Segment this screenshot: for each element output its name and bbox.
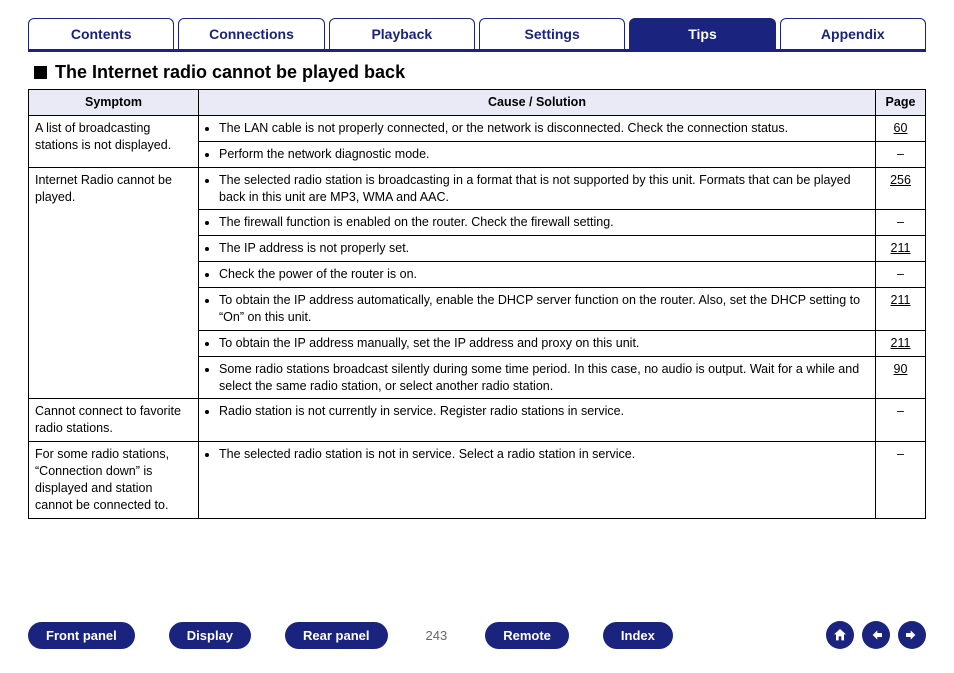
heading-text: The Internet radio cannot be played back <box>55 62 405 83</box>
cause-cell: The LAN cable is not properly connected,… <box>199 115 876 141</box>
cause-cell: Perform the network diagnostic mode. <box>199 141 876 167</box>
tab-settings[interactable]: Settings <box>479 18 625 49</box>
cause-cell: To obtain the IP address manually, set t… <box>199 330 876 356</box>
cause-cell: The firewall function is enabled on the … <box>199 210 876 236</box>
symptom-cell: Cannot connect to favorite radio station… <box>29 399 199 442</box>
arrow-left-icon <box>868 627 884 643</box>
page-link[interactable]: 90 <box>894 362 908 376</box>
section-heading: The Internet radio cannot be played back <box>34 62 926 83</box>
page-cell[interactable]: 90 <box>876 356 926 399</box>
footer-right <box>826 621 926 649</box>
table-row: Cannot connect to favorite radio station… <box>29 399 926 442</box>
page-cell: – <box>876 399 926 442</box>
cause-cell: The selected radio station is broadcasti… <box>199 167 876 210</box>
footer-left: Front panel Display Rear panel 243 Remot… <box>28 622 673 649</box>
tab-tips[interactable]: Tips <box>629 18 775 49</box>
cause-cell: To obtain the IP address automatically, … <box>199 288 876 331</box>
arrow-right-icon <box>904 627 920 643</box>
cause-cell: Some radio stations broadcast silently d… <box>199 356 876 399</box>
next-page-button[interactable] <box>898 621 926 649</box>
table-row: Internet Radio cannot be played.The sele… <box>29 167 926 210</box>
page-cell[interactable]: 211 <box>876 288 926 331</box>
page-cell: – <box>876 442 926 519</box>
tab-playback[interactable]: Playback <box>329 18 475 49</box>
page-cell: – <box>876 210 926 236</box>
square-bullet-icon <box>34 66 47 79</box>
home-icon <box>832 627 848 643</box>
top-nav: ContentsConnectionsPlaybackSettingsTipsA… <box>28 18 926 52</box>
table-row: For some radio stations, “Connection dow… <box>29 442 926 519</box>
symptom-cell: Internet Radio cannot be played. <box>29 167 199 399</box>
page-link[interactable]: 256 <box>890 173 911 187</box>
symptom-cell: For some radio stations, “Connection dow… <box>29 442 199 519</box>
page-link[interactable]: 211 <box>891 336 911 350</box>
cause-cell: Radio station is not currently in servic… <box>199 399 876 442</box>
page-cell: – <box>876 262 926 288</box>
cause-cell: Check the power of the router is on. <box>199 262 876 288</box>
page-cell[interactable]: 256 <box>876 167 926 210</box>
home-button[interactable] <box>826 621 854 649</box>
page-link[interactable]: 211 <box>891 241 911 255</box>
troubleshooting-table: Symptom Cause / Solution Page A list of … <box>28 89 926 519</box>
col-cause: Cause / Solution <box>199 90 876 116</box>
col-page: Page <box>876 90 926 116</box>
tab-connections[interactable]: Connections <box>178 18 324 49</box>
prev-page-button[interactable] <box>862 621 890 649</box>
footer: Front panel Display Rear panel 243 Remot… <box>28 621 926 649</box>
rear-panel-button[interactable]: Rear panel <box>285 622 387 649</box>
cause-cell: The IP address is not properly set. <box>199 236 876 262</box>
col-symptom: Symptom <box>29 90 199 116</box>
index-button[interactable]: Index <box>603 622 673 649</box>
page-number: 243 <box>422 628 452 643</box>
cause-cell: The selected radio station is not in ser… <box>199 442 876 519</box>
display-button[interactable]: Display <box>169 622 251 649</box>
page-cell[interactable]: 211 <box>876 330 926 356</box>
page-link[interactable]: 60 <box>894 121 908 135</box>
page-link[interactable]: 211 <box>891 293 911 307</box>
tab-appendix[interactable]: Appendix <box>780 18 926 49</box>
symptom-cell: A list of broadcasting stations is not d… <box>29 115 199 167</box>
page-cell: – <box>876 141 926 167</box>
page-cell[interactable]: 60 <box>876 115 926 141</box>
tab-contents[interactable]: Contents <box>28 18 174 49</box>
table-row: A list of broadcasting stations is not d… <box>29 115 926 141</box>
remote-button[interactable]: Remote <box>485 622 569 649</box>
front-panel-button[interactable]: Front panel <box>28 622 135 649</box>
page-cell[interactable]: 211 <box>876 236 926 262</box>
